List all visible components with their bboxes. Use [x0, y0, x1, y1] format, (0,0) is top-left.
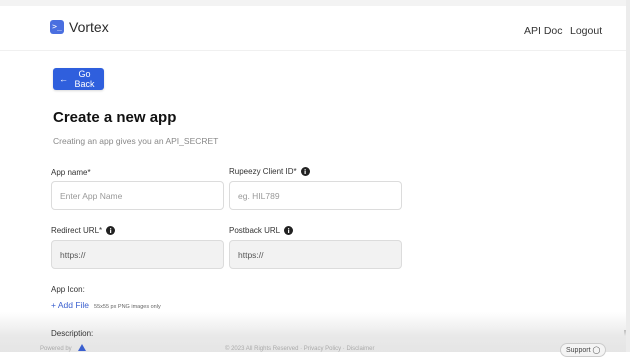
app-icon-label: App Icon: — [51, 285, 85, 294]
top-navbar: >_ Vortex API Doc Logout — [0, 6, 626, 51]
page-title: Create a new app — [53, 109, 177, 126]
client-id-label: Rupeezy Client ID* i — [229, 167, 310, 176]
client-id-input[interactable]: eg. HIL789 — [229, 181, 402, 210]
postback-url-value: https:// — [238, 249, 264, 260]
info-icon[interactable]: i — [300, 167, 310, 176]
logout-link[interactable]: Logout — [570, 25, 602, 37]
client-id-placeholder: eg. HIL789 — [238, 190, 280, 201]
support-button[interactable]: Support ◯ — [560, 343, 606, 357]
postback-url-input[interactable]: https:// — [229, 240, 402, 269]
arrow-left-icon: ← — [59, 74, 68, 84]
footer-powered-by: Powered by — [40, 346, 72, 352]
app-name-placeholder: Enter App Name — [60, 190, 123, 201]
description-label: Description: — [51, 329, 93, 338]
redirect-url-label-text: Redirect URL* — [51, 226, 103, 235]
app-icon-label-text: App Icon: — [51, 285, 85, 294]
app-name-label-text: App name* — [51, 168, 91, 177]
redirect-url-label: Redirect URL* i — [51, 226, 116, 235]
screen-right-border — [626, 0, 630, 352]
add-file-row: + Add File 55x55 px PNG images only — [51, 300, 161, 310]
brand-logo[interactable]: >_ Vortex — [50, 19, 109, 35]
app-name-label: App name* — [51, 168, 91, 177]
postback-url-label-text: Postback URL — [229, 226, 281, 235]
go-back-button[interactable]: ← Go Back — [53, 68, 104, 90]
footer-copyright: © 2023 All Rights Reserved · Privacy Pol… — [225, 346, 375, 352]
postback-url-label: Postback URL i — [229, 226, 294, 235]
client-id-label-text: Rupeezy Client ID* — [229, 167, 297, 176]
description-label-text: Description: — [51, 329, 94, 338]
redirect-url-value: https:// — [60, 249, 86, 260]
info-icon[interactable]: i — [284, 226, 294, 235]
api-doc-link[interactable]: API Doc — [524, 25, 563, 37]
add-file-hint: 55x55 px PNG images only — [94, 304, 161, 310]
go-back-label: Go Back — [74, 69, 95, 89]
app-name-input[interactable]: Enter App Name — [51, 181, 224, 210]
redirect-url-input[interactable]: https:// — [51, 240, 224, 269]
terminal-icon: >_ — [50, 20, 64, 34]
add-file-button[interactable]: + Add File — [51, 300, 89, 310]
brand-triangle-icon — [78, 344, 86, 351]
page-subtitle: Creating an app gives you an API_SECRET — [53, 136, 219, 146]
info-icon[interactable]: i — [106, 226, 116, 235]
brand-name: Vortex — [69, 19, 109, 35]
